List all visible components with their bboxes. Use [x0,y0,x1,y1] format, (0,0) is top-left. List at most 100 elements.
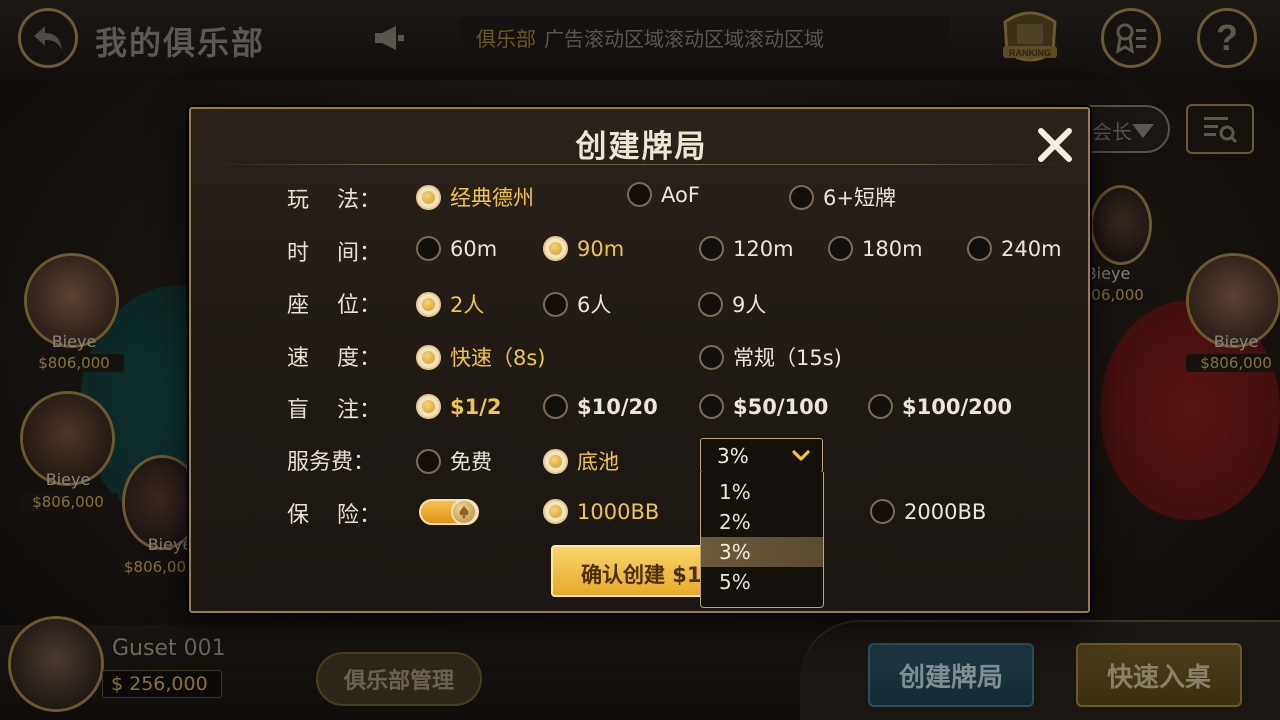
marquee-text: 广告滚动区域滚动区域滚动区域 [544,26,824,51]
option-label: $50/100 [733,394,829,419]
time-option-90m[interactable]: 90m [543,236,624,261]
dropdown-option-3[interactable]: 3% [701,537,823,567]
radio-icon [868,394,893,419]
self-avatar[interactable] [8,616,104,712]
role-filter-label: 会长 [1092,120,1132,144]
speed-option-normal[interactable]: 常规（15s) [699,342,842,372]
spade-icon [459,506,469,518]
insurance-option-2000bb[interactable]: 2000BB [870,499,986,524]
player-chips: $806,000 [24,354,124,372]
option-label: 2000BB [904,499,987,524]
blinds-option-50-100[interactable]: $50/100 [699,394,828,419]
player-name: Bieye [51,332,97,351]
marquee-club-label: 俱乐部 [476,26,536,51]
option-label: 240m [1001,236,1062,261]
blinds-option-1-2[interactable]: $1/2 [416,394,502,419]
radio-icon [789,184,814,210]
option-label: $1/2 [450,394,502,419]
option-label: 免费 [450,450,492,474]
back-button[interactable] [18,8,78,68]
time-option-240m[interactable]: 240m [967,236,1062,261]
ranking-button[interactable]: RANKING [995,8,1065,70]
option-label: 90m [577,236,625,261]
dropdown-option-5[interactable]: 5% [701,567,823,597]
option-label: 2人 [450,293,485,317]
radio-icon [416,394,441,419]
title-divider [211,164,1071,165]
seats-option-6[interactable]: 6人 [543,289,611,319]
radio-icon [416,236,441,261]
radio-icon [828,236,853,261]
player-avatar[interactable] [1090,185,1152,265]
fee-percent-select[interactable]: 3% [700,438,823,473]
radio-icon [699,344,724,370]
radio-icon [543,499,568,524]
confirm-create-button[interactable]: 确认创建 $10 [551,545,721,597]
ranking-label: RANKING [1009,48,1051,58]
dropdown-option-2[interactable]: 2% [701,507,823,537]
option-label: 常规（15s) [733,346,842,370]
option-label: $10/20 [577,394,658,419]
insurance-option-1000bb[interactable]: 1000BB [543,499,659,524]
insurance-label: 保 险： [287,503,381,528]
megaphone-icon [375,26,404,50]
time-option-60m[interactable]: 60m [416,236,497,261]
mode-option-classic[interactable]: 经典德州 [416,182,534,212]
speed-label: 速 度： [287,346,381,371]
option-label: AoF [661,182,700,207]
option-label: 120m [733,236,794,261]
radio-icon [416,184,441,210]
toggle-knob [451,499,477,525]
triangle-down-icon [1132,124,1154,138]
radio-icon [416,344,441,370]
speed-option-fast[interactable]: 快速（8s) [416,342,546,372]
blinds-option-10-20[interactable]: $10/20 [543,394,658,419]
time-option-120m[interactable]: 120m [699,236,794,261]
radio-icon [967,236,992,261]
option-label: 9人 [732,293,767,317]
option-label: 底池 [577,450,619,474]
option-label: 180m [862,236,923,261]
help-button[interactable]: ? [1197,8,1257,68]
radio-icon [543,291,568,317]
fee-label: 服务费： [287,450,376,475]
close-icon[interactable] [1033,123,1077,167]
radio-icon [699,394,724,419]
announcement-marquee: 俱乐部 广告滚动区域滚动区域滚动区域 [460,16,950,58]
search-filter-button[interactable] [1186,104,1254,154]
dialog-title: 创建牌局 [575,129,708,165]
option-label: 6+短牌 [823,186,896,210]
self-chips: $ 256,000 [102,670,222,698]
seats-option-2[interactable]: 2人 [416,289,484,319]
achievements-button[interactable] [1101,8,1161,68]
seats-option-9[interactable]: 9人 [698,289,766,319]
quick-join-button[interactable]: 快速入桌 [1076,643,1242,707]
player-chips: $806,00 [120,558,190,576]
fee-option-pot[interactable]: 底池 [543,446,619,476]
fee-option-free[interactable]: 免费 [416,446,492,476]
dropdown-option-1[interactable]: 1% [701,477,823,507]
mode-option-short-deck[interactable]: 6+短牌 [789,182,896,212]
question-icon: ? [1216,17,1238,58]
self-name: Guset 001 [112,636,226,661]
radio-icon [699,236,724,261]
option-label: 1000BB [577,499,660,524]
create-table-dialog: 创建牌局 玩 法： 经典德州 AoF 6+短牌 时 间： 60m 90m 120… [189,107,1090,613]
option-label: $100/200 [902,394,1012,419]
player-chips: $806,000 [18,493,118,511]
chevron-down-icon [792,450,810,461]
medal-list-icon [1116,23,1146,54]
list-search-icon [1204,117,1238,144]
radio-icon [416,291,441,317]
time-option-180m[interactable]: 180m [828,236,923,261]
radio-icon [698,291,723,317]
club-management-button[interactable]: 俱乐部管理 [316,652,482,706]
blinds-option-100-200[interactable]: $100/200 [868,394,1012,419]
option-label: 6人 [577,293,612,317]
create-table-button[interactable]: 创建牌局 [868,643,1034,707]
radio-icon [543,394,568,419]
mode-option-aof[interactable]: AoF [627,182,700,207]
fee-percent-dropdown: 1% 2% 3% 5% [700,472,824,608]
insurance-toggle[interactable] [419,499,479,525]
select-value: 3% [717,443,749,468]
